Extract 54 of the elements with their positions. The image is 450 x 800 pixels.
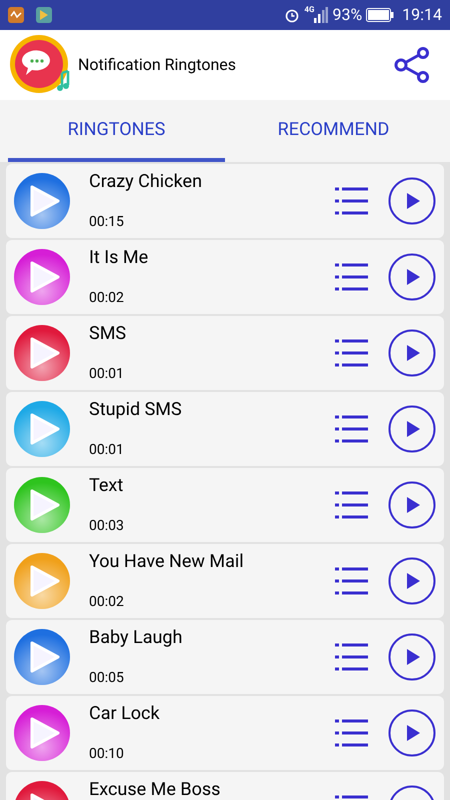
- ringtone-row[interactable]: Excuse Me Boss: [6, 772, 444, 800]
- ringtone-duration: 00:15: [89, 213, 125, 231]
- alarm-icon: [284, 7, 300, 23]
- play-icon[interactable]: [388, 253, 436, 301]
- network-label: 4G: [304, 4, 314, 16]
- ringtone-name: You Have New Mail: [89, 551, 245, 573]
- list-icon[interactable]: [334, 413, 370, 445]
- battery-percent: 93%: [332, 4, 362, 26]
- app-notification-icon: [8, 7, 24, 23]
- clock: 19:14: [402, 4, 442, 26]
- play-icon[interactable]: [388, 481, 436, 529]
- list-icon[interactable]: [334, 717, 370, 749]
- ringtone-row[interactable]: Text 00:03: [6, 468, 444, 542]
- play-icon[interactable]: [388, 405, 436, 453]
- play-icon[interactable]: [388, 177, 436, 225]
- ringtone-row[interactable]: Stupid SMS 00:01: [6, 392, 444, 466]
- ringtone-duration: 00:03: [89, 517, 125, 535]
- play-icon[interactable]: [388, 709, 436, 757]
- ringtone-name: Crazy Chicken: [89, 171, 204, 193]
- list-icon[interactable]: [334, 337, 370, 369]
- ringtone-duration: 00:02: [89, 289, 125, 307]
- play-icon[interactable]: [388, 329, 436, 377]
- share-icon[interactable]: [394, 47, 430, 83]
- ringtone-name: Car Lock: [89, 703, 161, 725]
- play-icon[interactable]: [388, 633, 436, 681]
- ringtone-duration: 00:01: [89, 441, 125, 459]
- store-notification-icon: [36, 7, 52, 23]
- ringtone-row[interactable]: SMS 00:01: [6, 316, 444, 390]
- ringtone-duration: 00:01: [89, 365, 125, 383]
- list-icon[interactable]: [334, 565, 370, 597]
- ringtone-row[interactable]: Baby Laugh 00:05: [6, 620, 444, 694]
- play-icon[interactable]: [388, 557, 436, 605]
- tab[interactable]: RECOMMEND: [225, 100, 442, 162]
- ringtone-name: SMS: [89, 323, 128, 345]
- ringtone-row[interactable]: It Is Me 00:02: [6, 240, 444, 314]
- ringtone-name: Baby Laugh: [89, 627, 184, 649]
- ringtone-name: It Is Me: [89, 247, 150, 269]
- ringtone-row[interactable]: You Have New Mail 00:02: [6, 544, 444, 618]
- app-title: Notification Ringtones: [78, 54, 236, 76]
- ringtone-duration: 00:10: [89, 745, 125, 763]
- ringtone-duration: 00:02: [89, 593, 125, 611]
- list-icon[interactable]: [334, 185, 370, 217]
- ringtone-row[interactable]: Crazy Chicken 00:15: [6, 164, 444, 238]
- ringtone-name: Excuse Me Boss: [89, 779, 222, 800]
- list-icon[interactable]: [334, 261, 370, 293]
- ringtone-name: Stupid SMS: [89, 399, 183, 421]
- signal-icon: [314, 7, 328, 23]
- list-icon[interactable]: [334, 641, 370, 673]
- app-logo-icon: [10, 35, 70, 95]
- ringtone-duration: 00:05: [89, 669, 125, 687]
- list-icon[interactable]: [334, 489, 370, 521]
- battery-icon: [366, 8, 394, 22]
- ringtone-name: Text: [89, 475, 124, 497]
- ringtone-row[interactable]: Car Lock 00:10: [6, 696, 444, 770]
